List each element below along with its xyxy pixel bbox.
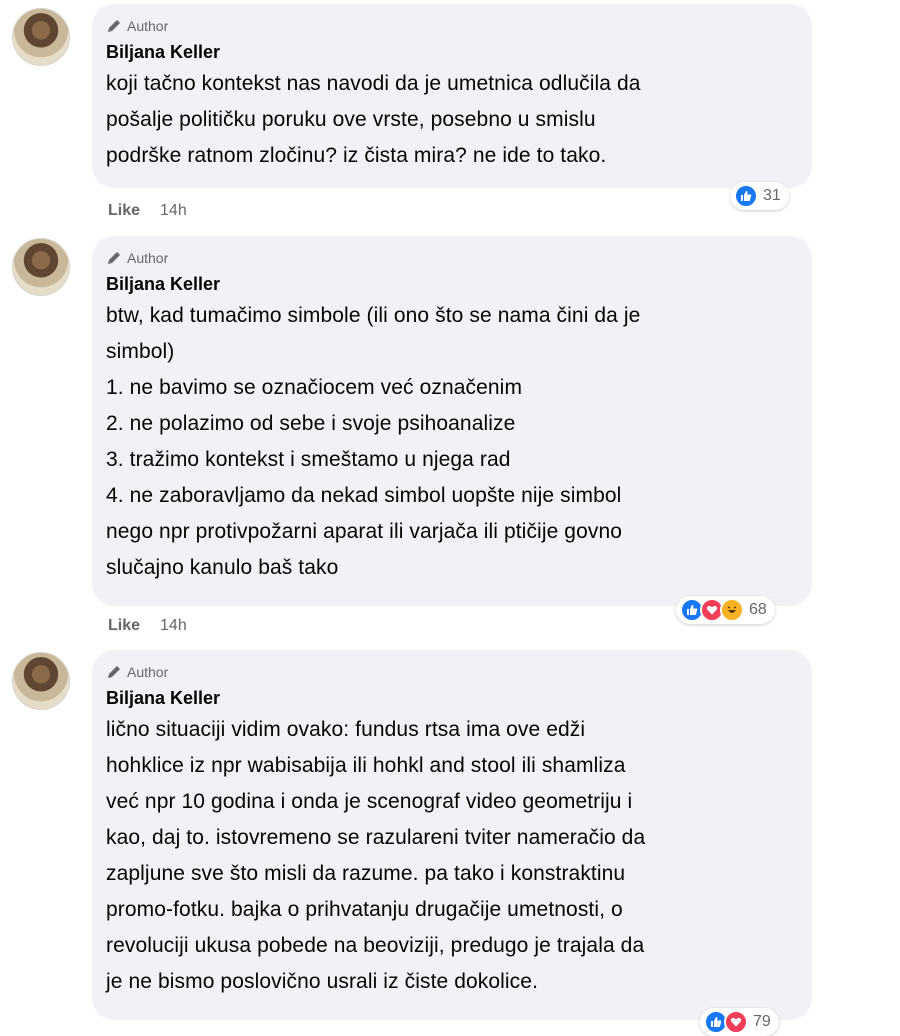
love-reaction-icon — [724, 1010, 748, 1034]
reaction-summary[interactable]: 31 — [730, 182, 789, 210]
avatar[interactable] — [12, 8, 70, 66]
commenter-name[interactable]: Biljana Keller — [106, 686, 798, 710]
pencil-icon — [108, 666, 120, 678]
pencil-icon — [108, 20, 120, 32]
like-button[interactable]: Like — [108, 202, 140, 220]
comment-bubble: Author Biljana Keller btw, kad tumačimo … — [92, 236, 812, 606]
comment-bubble: Author Biljana Keller lično situaciji vi… — [92, 650, 812, 1020]
author-badge: Author — [106, 248, 798, 268]
author-badge: Author — [106, 662, 798, 682]
comment-text: btw, kad tumačimo simbole (ili ono što s… — [106, 304, 641, 579]
comment-timestamp[interactable]: 14h — [160, 202, 187, 220]
reaction-summary[interactable]: 68 — [676, 596, 775, 624]
comment-text: koji tačno kontekst nas navodi da je ume… — [106, 72, 641, 167]
commenter-name[interactable]: Biljana Keller — [106, 272, 798, 296]
commenter-name[interactable]: Biljana Keller — [106, 40, 798, 64]
comment-text: lično situaciji vidim ovako: fundus rtsa… — [106, 718, 646, 993]
avatar[interactable] — [12, 238, 70, 296]
reaction-count: 31 — [763, 187, 781, 204]
haha-reaction-icon — [720, 598, 744, 622]
like-reaction-icon — [734, 184, 758, 208]
author-badge: Author — [106, 16, 798, 36]
reaction-count: 79 — [753, 1013, 771, 1030]
like-button[interactable]: Like — [108, 617, 140, 635]
reaction-summary[interactable]: 79 — [700, 1008, 779, 1036]
author-badge-label: Author — [127, 664, 169, 680]
comment-actions: Like 14h — [108, 202, 187, 220]
pencil-icon — [108, 252, 120, 264]
reaction-count: 68 — [749, 601, 767, 618]
avatar[interactable] — [12, 652, 70, 710]
author-badge-label: Author — [127, 250, 169, 266]
comment-timestamp[interactable]: 14h — [160, 617, 187, 635]
comment-bubble: Author Biljana Keller koji tačno konteks… — [92, 4, 812, 188]
author-badge-label: Author — [127, 18, 169, 34]
comment-actions: Like 14h — [108, 617, 187, 635]
